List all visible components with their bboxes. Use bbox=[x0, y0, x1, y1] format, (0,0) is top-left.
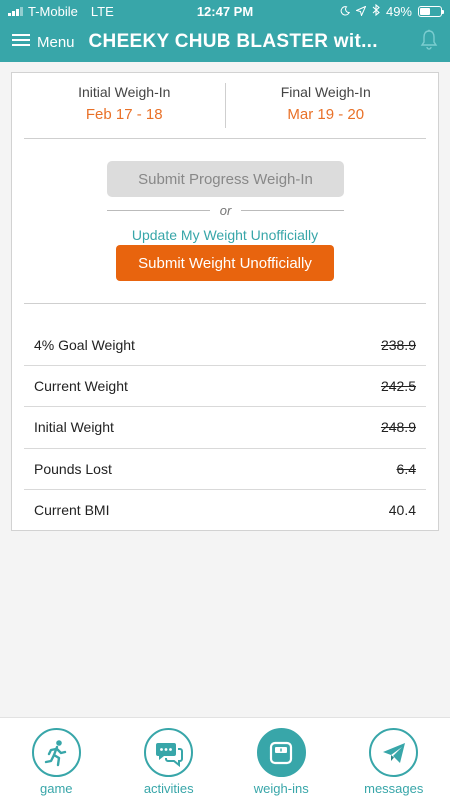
stat-value: 40.4 bbox=[388, 502, 416, 519]
status-bar: T-Mobile LTE 12:47 PM 49% bbox=[0, 0, 450, 22]
stat-row-pounds-lost: Pounds Lost 6.4 bbox=[24, 449, 426, 490]
stat-label: 4% Goal Weight bbox=[34, 337, 135, 354]
hamburger-icon bbox=[12, 33, 30, 52]
tab-label: weigh-ins bbox=[253, 781, 309, 796]
separator-line-right bbox=[241, 210, 344, 211]
section-divider bbox=[24, 303, 426, 304]
app-header: T-Mobile LTE 12:47 PM 49% Menu CHEEKY CH… bbox=[0, 0, 450, 62]
stat-value: 6.4 bbox=[396, 460, 416, 477]
stat-label: Pounds Lost bbox=[34, 460, 112, 477]
weigh-in-card: Initial Weigh-In Feb 17 - 18 Final Weigh… bbox=[11, 72, 439, 531]
submit-progress-weigh-in-button[interactable]: Submit Progress Weigh-In bbox=[107, 161, 344, 197]
separator-line-left bbox=[107, 210, 210, 211]
tab-label: game bbox=[39, 781, 73, 796]
scale-icon bbox=[256, 728, 306, 777]
location-arrow-icon bbox=[354, 4, 367, 19]
stat-row-goal-weight: 4% Goal Weight 238.9 bbox=[24, 325, 426, 367]
or-separator: or bbox=[107, 203, 344, 218]
tab-label: messages bbox=[364, 781, 424, 796]
stat-value: 238.9 bbox=[380, 337, 416, 354]
final-weigh-in: Final Weigh-In Mar 19 - 20 bbox=[224, 83, 427, 128]
weigh-in-dates: Initial Weigh-In Feb 17 - 18 Final Weigh… bbox=[24, 73, 426, 139]
tab-weigh-ins[interactable]: weigh-ins bbox=[225, 718, 338, 800]
battery-icon bbox=[418, 5, 444, 17]
stat-row-current-weight: Current Weight 242.5 bbox=[24, 366, 426, 408]
tab-messages[interactable]: messages bbox=[338, 718, 450, 800]
initial-weigh-in: Initial Weigh-In Feb 17 - 18 bbox=[24, 73, 225, 138]
tab-label: activities bbox=[143, 781, 194, 796]
signal-strength-icon bbox=[8, 6, 23, 16]
final-weigh-in-date: Mar 19 - 20 bbox=[287, 106, 365, 123]
stat-row-current-bmi: Current BMI 40.4 bbox=[24, 490, 426, 531]
runner-icon bbox=[31, 728, 81, 777]
carrier-name: T-Mobile bbox=[28, 3, 78, 19]
tab-game[interactable]: game bbox=[0, 718, 113, 800]
stat-row-initial-weight: Initial Weight 248.9 bbox=[24, 407, 426, 449]
menu-label: Menu bbox=[37, 33, 75, 51]
bell-icon[interactable] bbox=[420, 29, 438, 56]
page-title: CHEEKY CHUB BLASTER wit... bbox=[88, 31, 378, 52]
chat-bubbles-icon bbox=[144, 728, 194, 777]
initial-weigh-in-date: Feb 17 - 18 bbox=[85, 106, 163, 123]
submit-weight-unofficially-button[interactable]: Submit Weight Unofficially bbox=[116, 245, 334, 281]
network-type: LTE bbox=[90, 3, 114, 19]
tab-activities[interactable]: activities bbox=[113, 718, 226, 800]
moon-icon bbox=[340, 4, 350, 19]
update-weight-unofficially-link[interactable]: Update My Weight Unofficially bbox=[12, 227, 438, 243]
stat-value: 248.9 bbox=[380, 419, 416, 436]
nav-bar: Menu CHEEKY CHUB BLASTER wit... bbox=[0, 22, 450, 62]
weight-stats-list: 4% Goal Weight 238.9 Current Weight 242.… bbox=[24, 325, 426, 531]
battery-percent: 49% bbox=[385, 3, 412, 19]
stat-label: Current Weight bbox=[34, 378, 128, 395]
or-text: or bbox=[219, 203, 232, 218]
weigh-in-actions: Submit Progress Weigh-In or Update My We… bbox=[12, 139, 438, 303]
stat-label: Current BMI bbox=[34, 502, 110, 519]
stat-label: Initial Weight bbox=[34, 419, 114, 436]
bottom-tab-bar: game activities weigh-ins messages bbox=[0, 717, 450, 800]
final-weigh-in-label: Final Weigh-In bbox=[280, 84, 371, 100]
stat-value: 242.5 bbox=[380, 378, 416, 395]
menu-button[interactable]: Menu bbox=[12, 33, 75, 52]
initial-weigh-in-label: Initial Weigh-In bbox=[78, 84, 171, 100]
bluetooth-icon bbox=[372, 3, 380, 19]
paper-plane-icon bbox=[369, 728, 419, 777]
